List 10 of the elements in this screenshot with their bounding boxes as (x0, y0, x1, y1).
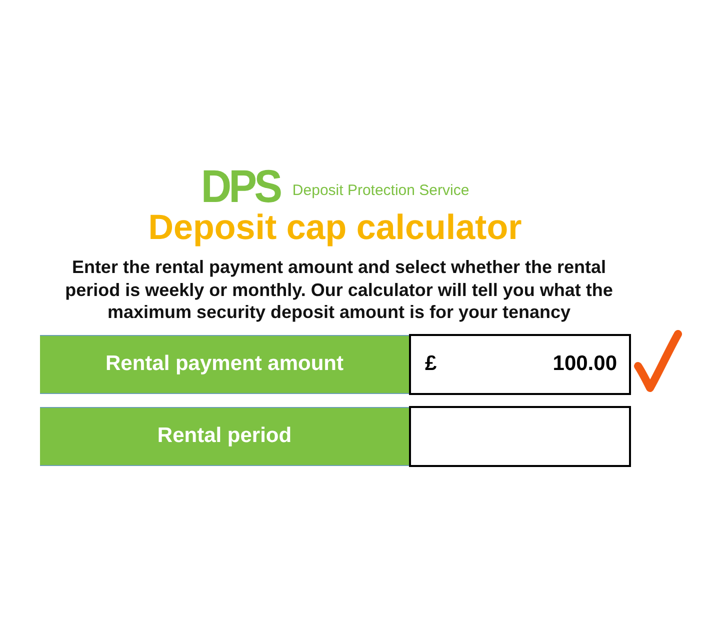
input-field[interactable]: £ 100.00 (409, 334, 631, 394)
field-label: Rental payment amount (40, 334, 409, 394)
field-label: Rental period (40, 406, 409, 466)
field-value: 100.00 (552, 352, 617, 376)
logo-mark: DPS (200, 164, 280, 208)
logo-name: Deposit Protection Service (292, 182, 470, 201)
currency-symbol: £ (425, 352, 437, 376)
input-field[interactable] (409, 406, 631, 466)
intro-text: Enter the rental payment amount and select whether the rental period is weekly or monthly. Our calculator will tell you what the maximum security deposit amount is for your tenancy (64, 256, 614, 324)
page-title: Deposit cap calculator (148, 208, 522, 248)
